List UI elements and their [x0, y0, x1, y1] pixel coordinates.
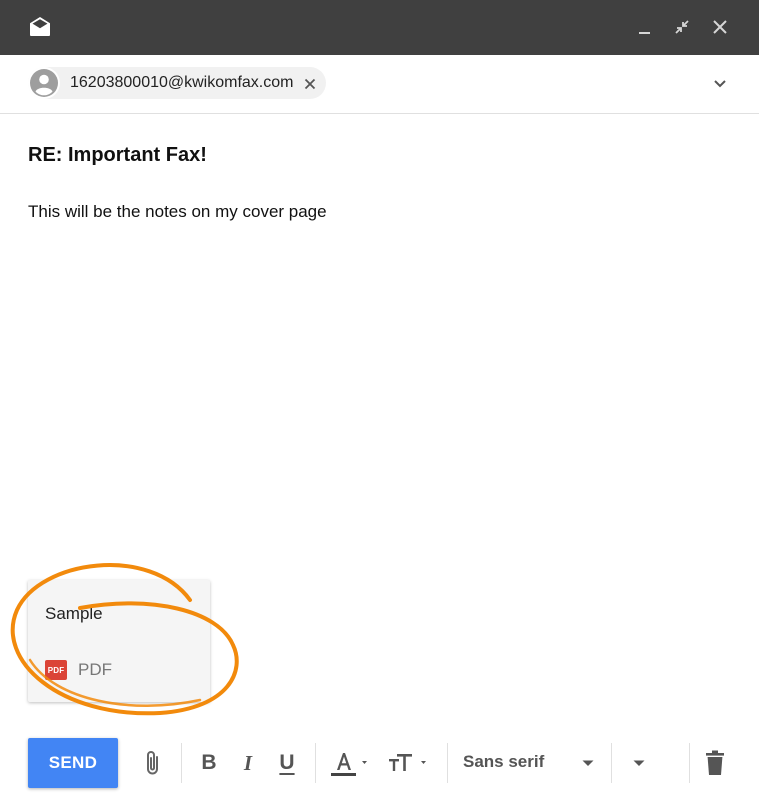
- bold-button[interactable]: B: [197, 748, 221, 778]
- recipient-email: 16203800010@kwikomfax.com: [70, 74, 294, 91]
- chevron-down-icon[interactable]: [708, 71, 732, 95]
- remove-recipient-icon[interactable]: [302, 76, 318, 92]
- close-icon[interactable]: [707, 14, 733, 40]
- exit-fullscreen-icon[interactable]: [669, 14, 695, 40]
- recipient-chip[interactable]: 16203800010@kwikomfax.com: [28, 67, 326, 99]
- text-color-button[interactable]: [328, 748, 376, 778]
- more-formatting-dropdown-icon[interactable]: [629, 748, 649, 778]
- toolbar-divider: [611, 743, 612, 783]
- compose-titlebar: [0, 0, 759, 55]
- attachment-name: Sample: [45, 604, 103, 623]
- envelope-open-icon: [27, 14, 53, 40]
- minimize-icon[interactable]: [631, 14, 657, 40]
- avatar: [28, 67, 60, 99]
- toolbar-divider: [447, 743, 448, 783]
- attachment-card[interactable]: Sample PDF PDF: [28, 580, 210, 702]
- text-color-icon: [331, 753, 367, 776]
- font-family-select[interactable]: Sans serif: [463, 752, 544, 772]
- toolbar-divider: [689, 743, 690, 783]
- trash-icon[interactable]: [702, 748, 728, 778]
- font-family-dropdown-icon[interactable]: [578, 748, 598, 778]
- text-size-icon: [389, 754, 426, 771]
- italic-button[interactable]: I: [236, 748, 260, 778]
- text-size-button[interactable]: [386, 748, 434, 778]
- subject-field[interactable]: RE: Important Fax!: [28, 143, 207, 167]
- toolbar-divider: [181, 743, 182, 783]
- toolbar-divider: [315, 743, 316, 783]
- send-button[interactable]: SEND: [28, 738, 118, 788]
- paperclip-icon[interactable]: [140, 748, 166, 778]
- message-body[interactable]: This will be the notes on my cover page: [28, 202, 327, 222]
- attachment-type: PDF: [78, 660, 112, 679]
- recipients-row: 16203800010@kwikomfax.com: [0, 55, 759, 114]
- underline-button[interactable]: U: [275, 748, 299, 778]
- account-circle-icon: [30, 69, 58, 97]
- pdf-icon: PDF: [45, 660, 67, 680]
